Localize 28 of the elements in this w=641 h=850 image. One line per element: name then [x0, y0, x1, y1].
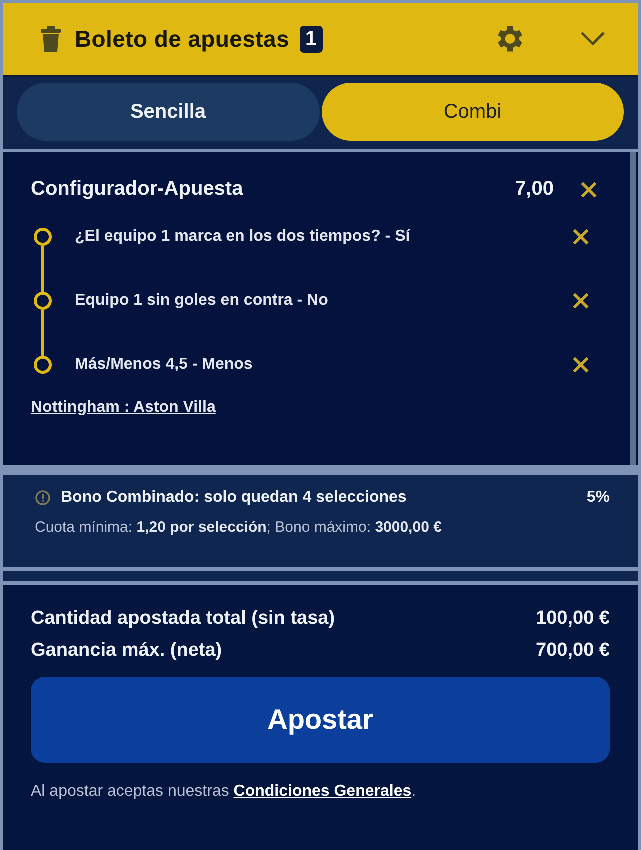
bonus-message: Bono Combinado: solo quedan 4 selecciones: [61, 489, 408, 507]
slip-title: Boleto de apuestas: [75, 26, 290, 52]
match-link[interactable]: Nottingham : Aston Villa: [31, 399, 216, 417]
bet-button[interactable]: Apostar: [31, 677, 610, 763]
bonus-percent: 5%: [586, 489, 610, 507]
bet-type-tab[interactable]: Sencilla: [17, 83, 320, 141]
summary-label: Cantidad apostada total (sin tasa): [31, 608, 336, 630]
leg-label: ¿El equipo 1 marca en los dos tiempos? - Sí: [75, 228, 412, 246]
summary-label: Ganancia máx. (neta): [31, 640, 222, 662]
close-icon[interactable]: [580, 180, 598, 198]
summary-value: 100,00 €: [536, 608, 610, 630]
close-icon[interactable]: [572, 292, 590, 310]
selection-title: Configurador-Apuesta: [31, 178, 244, 201]
scrollbar[interactable]: [630, 152, 636, 465]
terms-text: Al apostar aceptas nuestras Condiciones Generales.: [31, 783, 418, 801]
bonus-detail: Cuota mínima: 1,20 por selección; Bono máximo: 3000,00 €: [35, 519, 443, 536]
leg-label: Equipo 1 sin goles en contra - No: [75, 292, 330, 310]
summary-value: 700,00 €: [536, 640, 610, 662]
info-icon: [35, 490, 51, 506]
odds-value: 7,00: [515, 178, 554, 201]
leg-label: Más/Menos 4,5 - Menos: [75, 356, 254, 374]
close-icon[interactable]: [572, 356, 590, 374]
terms-link[interactable]: Condiciones Generales: [234, 783, 412, 800]
trash-icon[interactable]: [41, 26, 61, 52]
bet-type-tab[interactable]: Combi: [322, 83, 624, 141]
chevron-down-icon[interactable]: [580, 31, 606, 47]
close-icon[interactable]: [572, 228, 590, 246]
count-badge: 1: [300, 26, 323, 52]
